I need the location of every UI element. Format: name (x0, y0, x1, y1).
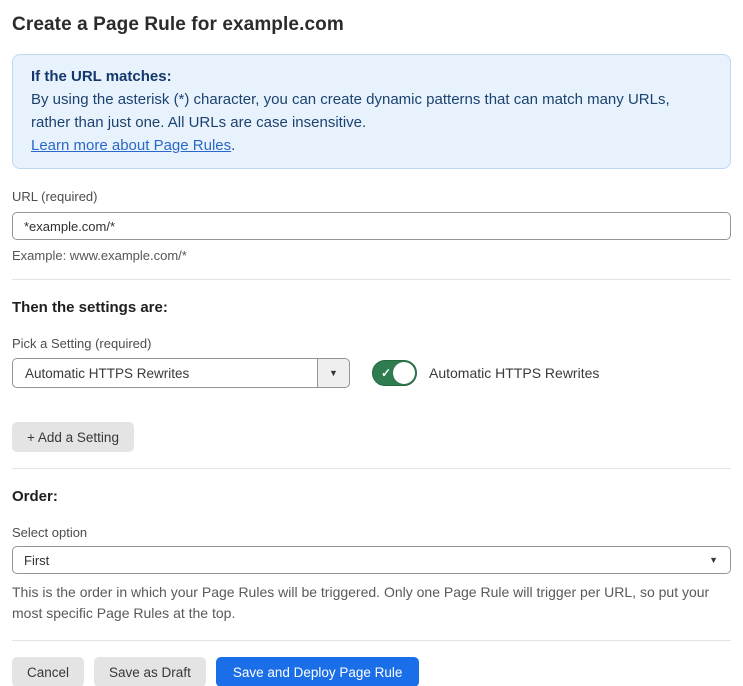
url-field-label: URL (required) (12, 189, 98, 204)
link-suffix: . (231, 137, 236, 154)
info-box-heading: If the URL matches: (31, 68, 172, 85)
divider (12, 640, 731, 641)
order-helper-text: This is the order in which your Page Rul… (12, 584, 710, 621)
toggle-knob (393, 362, 415, 384)
order-select-label: Select option (12, 525, 88, 540)
divider (12, 279, 731, 280)
footer-actions: Cancel Save as Draft Save and Deploy Pag… (12, 657, 731, 686)
create-page-rule-form: Create a Page Rule for example.com If th… (0, 0, 743, 686)
order-section-heading: Order: (12, 488, 58, 505)
save-and-deploy-button[interactable]: Save and Deploy Page Rule (215, 657, 420, 686)
pick-setting-label: Pick a Setting (required) (12, 336, 152, 351)
cancel-button[interactable]: Cancel (12, 657, 85, 686)
setting-toggle[interactable]: ✓ (372, 360, 417, 386)
settings-section-heading: Then the settings are: (12, 299, 168, 316)
setting-combobox-value[interactable]: Automatic HTTPS Rewrites (12, 358, 317, 388)
chevron-down-icon: ▼ (329, 368, 338, 378)
url-input[interactable] (12, 212, 731, 240)
setting-dropdown-button[interactable]: ▼ (317, 358, 350, 388)
setting-toggle-label: Automatic HTTPS Rewrites (429, 365, 600, 381)
info-box-body: By using the asterisk (*) character, you… (31, 91, 670, 131)
setting-combobox: Automatic HTTPS Rewrites ▼ (12, 358, 350, 388)
learn-more-link[interactable]: Learn more about Page Rules (31, 137, 231, 154)
url-matches-info-box: If the URL matches: By using the asteris… (12, 54, 731, 169)
add-setting-button[interactable]: + Add a Setting (12, 422, 134, 452)
setting-row: Automatic HTTPS Rewrites ▼ ✓ Automatic H… (12, 358, 731, 388)
order-select[interactable]: First ▼ (12, 546, 731, 574)
url-example-helper: Example: www.example.com/* (12, 248, 187, 263)
order-select-value: First (24, 552, 50, 568)
page-title: Create a Page Rule for example.com (12, 14, 344, 35)
info-box-link-line: Learn more about Page Rules. (31, 134, 712, 157)
check-icon: ✓ (381, 366, 392, 380)
chevron-down-icon: ▼ (709, 555, 718, 565)
divider (12, 468, 731, 469)
save-as-draft-button[interactable]: Save as Draft (94, 657, 206, 686)
